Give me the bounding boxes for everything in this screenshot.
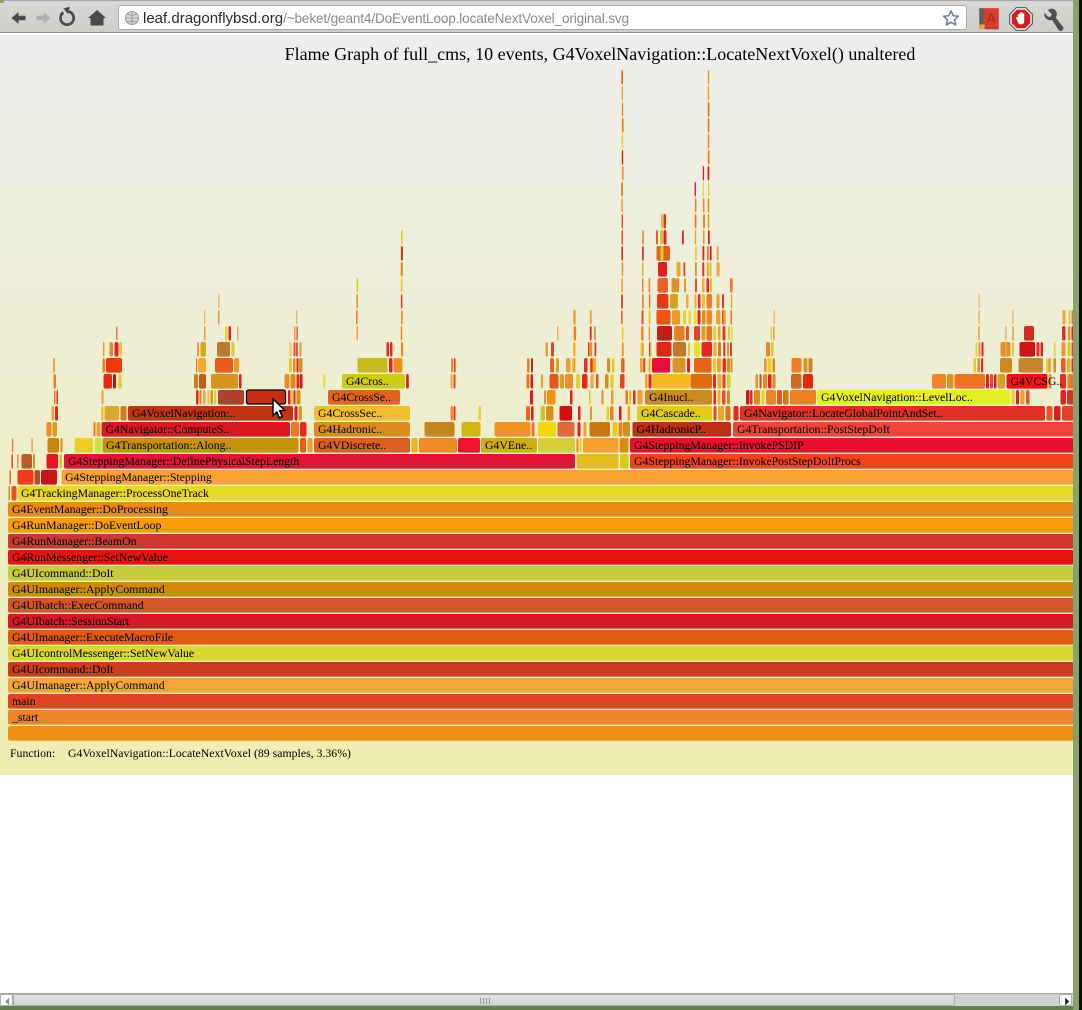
svg-text:G4CrossSec..: G4CrossSec.. <box>318 406 382 420</box>
svg-text:G4VoxelNavigation::LevelLoc..: G4VoxelNavigation::LevelLoc.. <box>821 390 973 404</box>
svg-text:G4Hadronic..: G4Hadronic.. <box>318 422 382 436</box>
svg-text:G4UImanager::ApplyCommand: G4UImanager::ApplyCommand <box>12 582 165 596</box>
svg-text:main: main <box>12 694 36 708</box>
svg-text:G4CrossSe..: G4CrossSe.. <box>332 390 391 404</box>
svg-text:G4VoxelNavigation::LocateNextV: G4VoxelNavigation::LocateNextVoxel (89 s… <box>68 746 351 760</box>
svg-text:G4UIcontrolMessenger::SetNewVa: G4UIcontrolMessenger::SetNewValue <box>12 646 194 660</box>
svg-text:Flame Graph of full_cms, 10 ev: Flame Graph of full_cms, 10 events, G4Vo… <box>285 44 916 65</box>
svg-text:G4VoxelNavigation:..: G4VoxelNavigation:.. <box>132 406 235 420</box>
svg-text:G4Transportation::PostStepDoIt: G4Transportation::PostStepDoIt <box>737 422 891 436</box>
svg-text:G4UImanager::ApplyCommand: G4UImanager::ApplyCommand <box>12 678 165 692</box>
svg-text:G4Cascade..: G4Cascade.. <box>641 406 701 420</box>
svg-text:G4Cros..: G4Cros.. <box>346 374 389 388</box>
svg-text:G4EventManager::DoProcessing: G4EventManager::DoProcessing <box>12 502 168 516</box>
svg-text:G4TrackingManager::ProcessOneT: G4TrackingManager::ProcessOneTrack <box>21 486 209 500</box>
svg-text:Function:: Function: <box>10 746 55 760</box>
svg-text:G4UIbatch::ExecCommand: G4UIbatch::ExecCommand <box>12 598 144 612</box>
svg-text:G4Inucl..: G4Inucl.. <box>649 390 694 404</box>
svg-text:G4UImanager::ExecuteMacroFile: G4UImanager::ExecuteMacroFile <box>12 630 173 644</box>
svg-text:G4UIbatch::SessionStart: G4UIbatch::SessionStart <box>12 614 130 628</box>
svg-text:G4RunManager::DoEventLoop: G4RunManager::DoEventLoop <box>12 518 161 532</box>
svg-text:G4UIcommand::DoIt: G4UIcommand::DoIt <box>12 566 114 580</box>
svg-text:G4RunMessenger::SetNewValue: G4RunMessenger::SetNewValue <box>12 550 168 564</box>
svg-text:G4SteppingManager::InvokePostS: G4SteppingManager::InvokePostStepDoItPro… <box>634 454 861 468</box>
svg-text:G4Navigator::ComputeS..: G4Navigator::ComputeS.. <box>106 422 230 436</box>
svg-text:G4RunManager::BeamOn: G4RunManager::BeamOn <box>12 534 137 548</box>
svg-text:G4SteppingManager::InvokePSDIP: G4SteppingManager::InvokePSDIP <box>634 438 804 452</box>
svg-text:G4SteppingManager::DefinePhysi: G4SteppingManager::DefinePhysicalStepLen… <box>68 454 299 468</box>
svg-text:G4VDiscrete..: G4VDiscrete.. <box>318 438 386 452</box>
svg-text:A: A <box>986 10 996 25</box>
svg-text:G4HadronicP..: G4HadronicP.. <box>637 422 707 436</box>
svg-text:G4SteppingManager::Stepping: G4SteppingManager::Stepping <box>65 470 212 484</box>
svg-text:G4Navigator::LocateGlobalPoint: G4Navigator::LocateGlobalPointAndSet.. <box>744 406 943 420</box>
svg-text:G4VCSG..: G4VCSG.. <box>1011 374 1063 388</box>
svg-text:G4VEne..: G4VEne.. <box>485 438 532 452</box>
svg-text:_start: _start <box>11 710 39 724</box>
svg-text:G4Transportation::Along..: G4Transportation::Along.. <box>106 438 231 452</box>
svg-text:G4UIcommand::DoIt: G4UIcommand::DoIt <box>12 662 114 676</box>
